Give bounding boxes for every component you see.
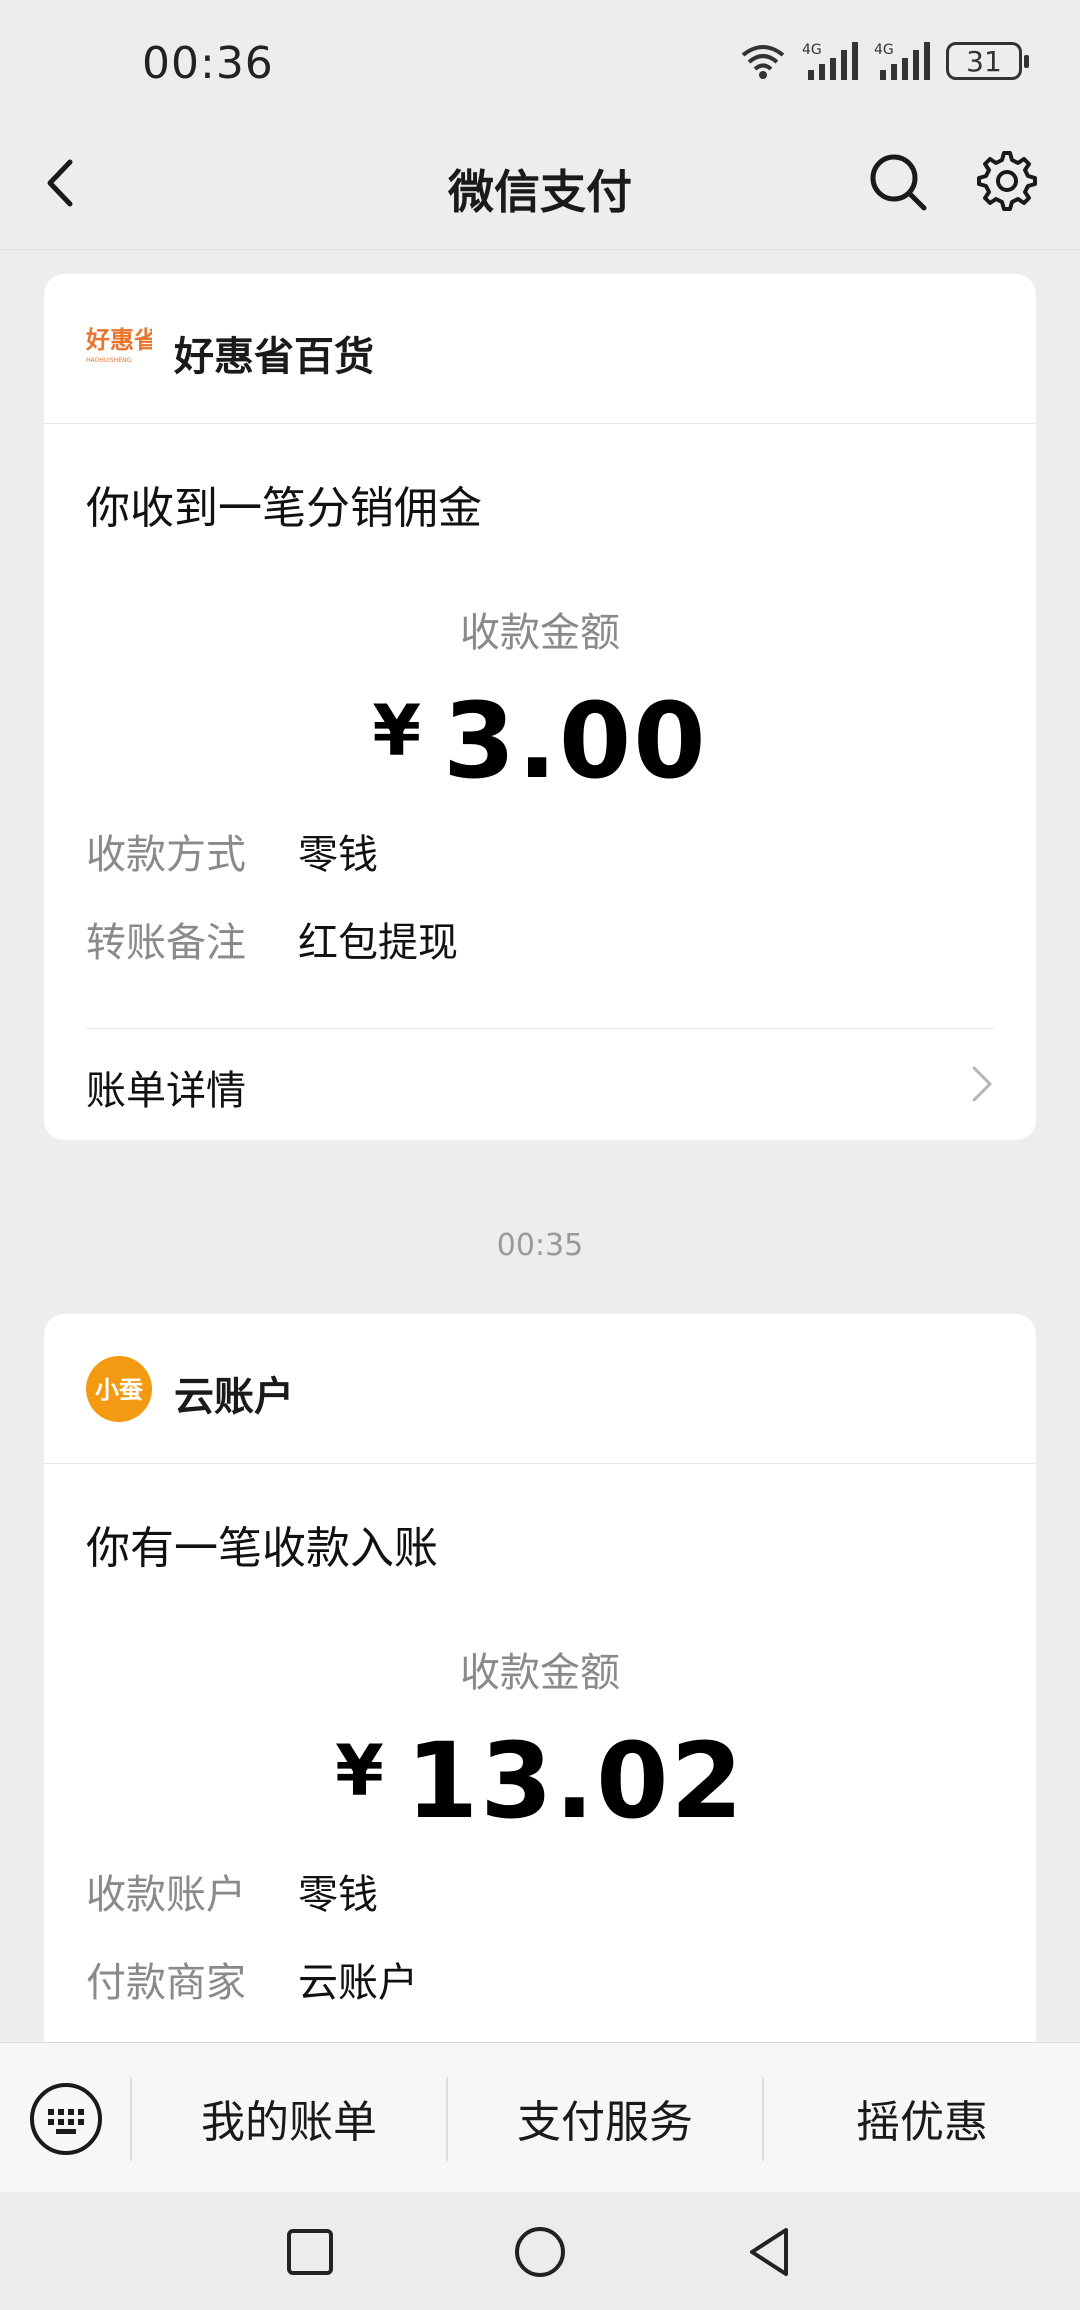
- search-icon[interactable]: [866, 150, 930, 214]
- detail-value: 红包提现: [298, 920, 458, 966]
- battery-icon: 31: [946, 42, 1029, 80]
- detail-value: 零钱: [298, 1872, 378, 1918]
- detail-value: 零钱: [298, 832, 378, 878]
- detail-value: 云账户: [298, 1960, 418, 2006]
- notification-card-receipt[interactable]: 小蚕 云账户 你有一笔收款入账 收款金额 ¥13.02 收款账户 零钱 付款商家…: [44, 1314, 1036, 2074]
- svg-text:4G: 4G: [874, 42, 894, 58]
- amount-number: 13.02: [405, 1720, 745, 1842]
- card-header: 小蚕 云账户: [44, 1314, 1036, 1464]
- svg-text:4G: 4G: [802, 42, 822, 58]
- svg-text:小蚕: 小蚕: [95, 1376, 143, 1404]
- system-nav-bar: [0, 2192, 1080, 2310]
- amount-value: ¥3.00: [44, 680, 1036, 802]
- detail-label: 收款账户: [86, 1872, 246, 1918]
- card-header: 好惠省 HAOHUISHENG 好惠省百货: [44, 274, 1036, 424]
- square-icon[interactable]: [280, 2222, 340, 2282]
- signal-icon: 4G: [874, 42, 930, 80]
- detail-label: 转账备注: [86, 920, 246, 966]
- svg-text:好惠省: 好惠省: [86, 326, 152, 354]
- divider: [86, 1028, 994, 1029]
- amount-label: 收款金额: [460, 1650, 620, 1696]
- bill-details-link[interactable]: 账单详情: [86, 1058, 246, 1116]
- card-title: 你有一笔收款入账: [86, 1523, 438, 1574]
- amount-number: 3.00: [443, 680, 708, 802]
- merchant-name: 好惠省百货: [174, 334, 374, 380]
- status-icons: 4G 4G 31: [738, 40, 1029, 82]
- menu-shake-discount[interactable]: 摇优惠: [764, 2043, 1080, 2193]
- merchant-logo: 小蚕: [86, 1356, 152, 1422]
- circle-icon[interactable]: [510, 2222, 570, 2282]
- keyboard-icon[interactable]: [28, 2081, 104, 2157]
- svg-text:HAOHUISHENG: HAOHUISHENG: [86, 357, 132, 364]
- triangle-back-icon[interactable]: [740, 2222, 800, 2282]
- menu-pay-services[interactable]: 支付服务: [448, 2043, 762, 2193]
- status-time: 00:36: [142, 38, 274, 89]
- notification-card-commission[interactable]: 好惠省 HAOHUISHENG 好惠省百货 你收到一笔分销佣金 收款金额 ¥3.…: [44, 274, 1036, 1140]
- nav-bar: 微信支付: [0, 120, 1080, 250]
- wechat-pay-screen: 00:36 4G 4G 31 微信支付 好惠省 HAOHUISHENG 好惠省百…: [0, 0, 1080, 2310]
- currency-symbol: ¥: [335, 1730, 386, 1812]
- wifi-icon: [741, 45, 785, 79]
- signal-icon: 4G: [802, 42, 858, 80]
- amount-value: ¥13.02: [44, 1720, 1036, 1842]
- menu-my-bills[interactable]: 我的账单: [132, 2043, 446, 2193]
- gear-icon[interactable]: [974, 148, 1040, 214]
- battery-level: 31: [966, 44, 1002, 78]
- bottom-menu: 我的账单 支付服务 摇优惠: [0, 2042, 1080, 2192]
- currency-symbol: ¥: [372, 690, 424, 772]
- detail-label: 付款商家: [86, 1960, 246, 2006]
- amount-label: 收款金额: [460, 610, 620, 656]
- merchant-logo: 好惠省 HAOHUISHENG: [86, 326, 152, 364]
- merchant-name: 云账户: [174, 1374, 294, 1420]
- card-title: 你收到一笔分销佣金: [86, 483, 482, 534]
- detail-label: 收款方式: [86, 832, 246, 878]
- message-timestamp: 00:35: [496, 1228, 584, 1263]
- status-bar: 00:36 4G 4G 31: [0, 0, 1080, 120]
- chevron-right-icon: [972, 1066, 992, 1102]
